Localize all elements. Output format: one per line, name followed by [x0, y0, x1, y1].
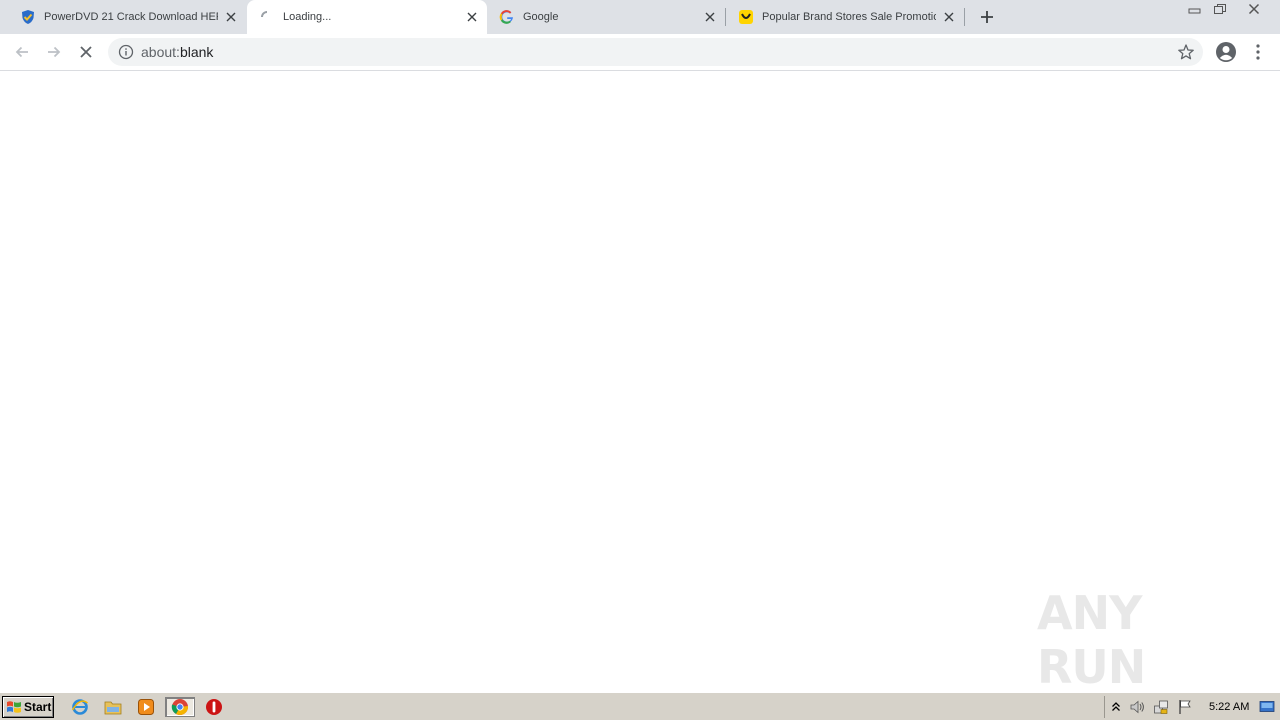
url-text[interactable]: about:blank	[141, 45, 213, 59]
chrome-icon[interactable]	[165, 697, 195, 717]
arrow-left-icon	[15, 46, 28, 58]
menu-kebab-icon[interactable]	[1250, 41, 1266, 63]
toolbar: about:blank	[0, 34, 1280, 71]
action-center-flag-icon[interactable]	[1177, 699, 1193, 715]
address-bar[interactable]: about:blank	[108, 38, 1203, 66]
minimize-button[interactable]	[1183, 0, 1207, 18]
network-icon[interactable]	[1153, 699, 1169, 715]
windows-logo-icon	[6, 699, 22, 715]
url-path: blank	[179, 44, 214, 60]
show-hidden-icons-icon[interactable]	[1108, 699, 1124, 715]
close-icon	[80, 46, 92, 58]
show-desktop-icon[interactable]	[1259, 699, 1275, 715]
shield-check-favicon	[20, 9, 36, 25]
info-icon[interactable]	[118, 44, 134, 60]
close-tab-icon[interactable]	[942, 10, 956, 24]
arrow-right-icon	[48, 46, 61, 58]
tab-powerdvd[interactable]: PowerDVD 21 Crack Download HERE	[8, 0, 246, 34]
back-button[interactable]	[10, 40, 34, 64]
close-tab-icon[interactable]	[703, 10, 717, 24]
start-label: Start	[24, 700, 52, 714]
loading-spinner-icon	[259, 9, 275, 25]
volume-icon[interactable]	[1129, 699, 1145, 715]
system-tray: 5:22 AM	[1104, 696, 1278, 718]
stop-sign-icon[interactable]	[203, 697, 225, 717]
tab-google[interactable]: Google	[487, 0, 725, 34]
profile-avatar-icon[interactable]	[1215, 41, 1237, 63]
start-button[interactable]: Start	[2, 696, 54, 718]
tab-title: Google	[523, 11, 559, 23]
taskbar: Start 5:22 AM	[0, 692, 1280, 720]
tab-separator	[964, 8, 965, 26]
tab-loading[interactable]: Loading...	[247, 0, 487, 34]
forward-button[interactable]	[42, 40, 66, 64]
anyrun-watermark: ANY RUN	[1037, 586, 1237, 694]
close-window-button[interactable]	[1234, 0, 1274, 18]
url-scheme: about:	[141, 44, 180, 60]
new-tab-button[interactable]	[975, 6, 999, 28]
file-explorer-icon[interactable]	[102, 697, 124, 717]
tab-title: Loading...	[283, 11, 332, 23]
close-tab-icon[interactable]	[465, 10, 479, 24]
stop-loading-button[interactable]	[74, 40, 98, 64]
google-g-icon	[499, 9, 515, 25]
clock[interactable]: 5:22 AM	[1209, 701, 1249, 713]
close-tab-icon[interactable]	[224, 10, 238, 24]
watermark-text: ANY RUN	[1037, 586, 1146, 694]
smile-shop-icon	[738, 9, 754, 25]
tab-brand-stores[interactable]: Popular Brand Stores Sale Promotion	[726, 0, 964, 34]
bookmark-star-icon[interactable]	[1177, 43, 1195, 61]
restore-button[interactable]	[1208, 0, 1232, 18]
tab-title: Popular Brand Stores Sale Promotion	[762, 11, 936, 23]
internet-explorer-icon[interactable]	[69, 697, 91, 717]
tab-title: PowerDVD 21 Crack Download HERE	[44, 11, 218, 23]
tab-strip: PowerDVD 21 Crack Download HERE Loading.…	[0, 0, 1280, 34]
media-player-icon[interactable]	[135, 697, 157, 717]
